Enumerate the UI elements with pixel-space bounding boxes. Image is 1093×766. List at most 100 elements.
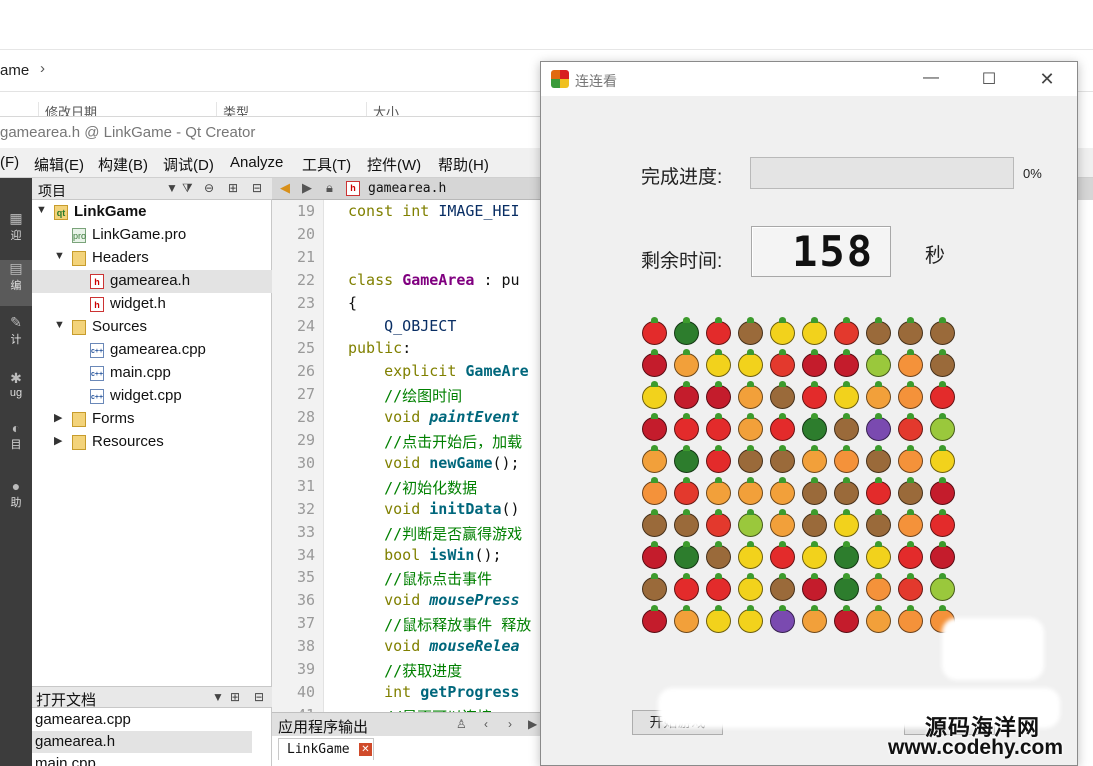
clean-icon[interactable]: ♙ [456, 717, 467, 731]
fruit-tile[interactable] [735, 349, 765, 379]
nav-back-icon[interactable]: ‹ [484, 717, 488, 731]
fruit-tile[interactable] [767, 605, 797, 635]
open-doc-item[interactable]: gamearea.h [32, 731, 252, 753]
fruit-tile[interactable] [895, 445, 925, 475]
maximize-icon[interactable]: ☐ [977, 69, 1001, 89]
tree-item-pro-file[interactable]: pro LinkGame.pro [32, 224, 272, 247]
fruit-tile[interactable] [639, 573, 669, 603]
fruit-tile[interactable] [703, 605, 733, 635]
mode-design[interactable]: ✎ 计 [0, 314, 32, 358]
fruit-tile[interactable] [767, 445, 797, 475]
code-line[interactable]: void paintEvent [348, 408, 519, 426]
fruit-tile[interactable] [639, 509, 669, 539]
split-icon[interactable]: ⊞ [228, 181, 238, 195]
fruit-tile[interactable] [735, 509, 765, 539]
fruit-tile[interactable] [671, 541, 701, 571]
mode-help[interactable]: ● 助 [0, 478, 32, 522]
fruit-tile[interactable] [863, 477, 893, 507]
code-line[interactable]: { [348, 294, 357, 312]
fruit-tile[interactable] [831, 317, 861, 347]
menu-tools[interactable]: 工具(T) [302, 154, 351, 175]
fruit-tile[interactable] [895, 317, 925, 347]
code-line[interactable]: Q_OBJECT [348, 317, 456, 335]
fruit-tile[interactable] [735, 605, 765, 635]
code-editor[interactable]: const int IMAGE_HEI class GameArea : pu{ … [324, 200, 540, 712]
fruit-tile[interactable] [863, 573, 893, 603]
fruit-tile[interactable] [671, 573, 701, 603]
split-icon[interactable]: ⊞ [230, 690, 240, 704]
code-line[interactable]: void initData() [348, 500, 519, 518]
fruit-tile[interactable] [735, 573, 765, 603]
code-line[interactable]: //鼠标释放事件 释放 [348, 614, 531, 635]
code-line[interactable]: //判断是否赢得游戏 [348, 523, 522, 544]
fruit-tile[interactable] [799, 509, 829, 539]
fruit-tile[interactable] [703, 349, 733, 379]
close-icon[interactable]: ✕ [359, 743, 372, 756]
filter-icon[interactable]: ⧩ [182, 181, 193, 196]
tree-item-headers[interactable]: ▼ Headers [32, 247, 272, 270]
code-line[interactable]: class GameArea : pu [348, 271, 520, 289]
code-line[interactable]: explicit GameAre [348, 362, 529, 380]
code-line[interactable]: void newGame(); [348, 454, 519, 472]
fruit-tile[interactable] [703, 317, 733, 347]
nav-forward-icon[interactable]: ▶ [302, 180, 312, 196]
fruit-tile[interactable] [895, 541, 925, 571]
fruit-tile[interactable] [927, 573, 957, 603]
fruit-tile[interactable] [639, 541, 669, 571]
game-board[interactable] [639, 317, 961, 639]
fruit-tile[interactable] [671, 413, 701, 443]
code-line[interactable]: //点击开始后，加载 [348, 431, 522, 452]
chevron-down-icon[interactable]: ▼ [36, 204, 47, 216]
menu-help[interactable]: 帮助(H) [438, 154, 489, 175]
fruit-tile[interactable] [927, 381, 957, 411]
code-line[interactable]: int getProgress [348, 683, 519, 701]
fruit-tile[interactable] [767, 477, 797, 507]
tree-item-forms[interactable]: ▶ Forms [32, 408, 272, 431]
fruit-tile[interactable] [735, 413, 765, 443]
fruit-tile[interactable] [639, 349, 669, 379]
fruit-tile[interactable] [735, 477, 765, 507]
menu-controls[interactable]: 控件(W) [367, 154, 421, 175]
fruit-tile[interactable] [863, 541, 893, 571]
fruit-tile[interactable] [767, 317, 797, 347]
fruit-tile[interactable] [735, 445, 765, 475]
fruit-tile[interactable] [799, 605, 829, 635]
fruit-tile[interactable] [639, 317, 669, 347]
fruit-tile[interactable] [799, 349, 829, 379]
close-panel-icon[interactable]: ⊟ [252, 181, 262, 195]
fruit-tile[interactable] [927, 445, 957, 475]
fruit-tile[interactable] [863, 349, 893, 379]
close-panel-icon[interactable]: ⊟ [254, 690, 264, 704]
fruit-tile[interactable] [927, 477, 957, 507]
editor-file-name[interactable]: gamearea.h [368, 181, 446, 196]
fruit-tile[interactable] [799, 381, 829, 411]
fruit-tile[interactable] [863, 509, 893, 539]
fruit-tile[interactable] [927, 509, 957, 539]
fruit-tile[interactable] [671, 445, 701, 475]
fruit-tile[interactable] [799, 541, 829, 571]
fruit-tile[interactable] [703, 381, 733, 411]
fruit-tile[interactable] [927, 349, 957, 379]
fruit-tile[interactable] [799, 477, 829, 507]
mode-welcome[interactable]: ▦ 迎 [0, 210, 32, 254]
fruit-tile[interactable] [895, 509, 925, 539]
tree-item-widget-cpp[interactable]: c++ widget.cpp [32, 385, 272, 408]
fruit-tile[interactable] [831, 381, 861, 411]
fruit-tile[interactable] [703, 573, 733, 603]
chevron-down-icon[interactable]: ▼ [54, 319, 65, 331]
fruit-tile[interactable] [831, 477, 861, 507]
fruit-tile[interactable] [799, 317, 829, 347]
fruit-tile[interactable] [671, 317, 701, 347]
menu-edit[interactable]: 编辑(E) [34, 154, 84, 175]
fruit-tile[interactable] [703, 413, 733, 443]
menu-file[interactable]: (F) [0, 154, 19, 171]
fruit-tile[interactable] [767, 541, 797, 571]
fruit-tile[interactable] [671, 509, 701, 539]
fruit-tile[interactable] [671, 605, 701, 635]
close-icon[interactable]: ✕ [1035, 69, 1059, 90]
fruit-tile[interactable] [863, 413, 893, 443]
fruit-tile[interactable] [767, 381, 797, 411]
output-tab-linkgame[interactable]: LinkGame ✕ [278, 738, 374, 760]
fruit-tile[interactable] [799, 573, 829, 603]
chevron-right-icon[interactable]: › [40, 60, 45, 77]
